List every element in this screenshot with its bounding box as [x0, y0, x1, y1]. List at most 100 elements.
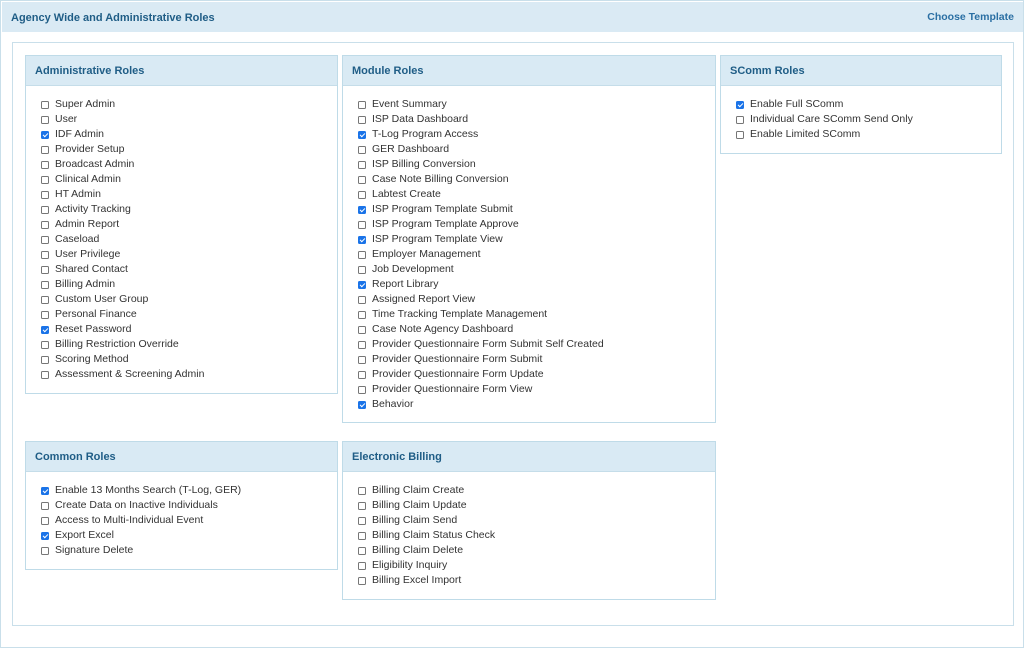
role-option[interactable]: Access to Multi-Individual Event — [41, 513, 337, 528]
role-checkbox[interactable] — [358, 130, 366, 139]
role-checkbox[interactable] — [358, 205, 366, 214]
role-checkbox[interactable] — [736, 130, 744, 139]
role-option[interactable]: Scoring Method — [41, 352, 337, 367]
role-checkbox[interactable] — [41, 486, 49, 495]
role-option[interactable]: Clinical Admin — [41, 172, 337, 187]
role-option[interactable]: Custom User Group — [41, 292, 337, 307]
role-option[interactable]: Billing Claim Create — [358, 483, 715, 498]
role-option[interactable]: Provider Questionnaire Form Submit — [358, 352, 715, 367]
role-option[interactable]: IDF Admin — [41, 127, 337, 142]
role-option[interactable]: Event Summary — [358, 97, 715, 112]
role-checkbox[interactable] — [41, 516, 49, 525]
role-checkbox[interactable] — [358, 486, 366, 495]
role-checkbox[interactable] — [358, 190, 366, 199]
role-option[interactable]: Job Development — [358, 262, 715, 277]
role-option[interactable]: Billing Claim Status Check — [358, 528, 715, 543]
role-checkbox[interactable] — [358, 355, 366, 364]
role-option[interactable]: Provider Setup — [41, 142, 337, 157]
role-option[interactable]: Individual Care SComm Send Only — [736, 112, 1001, 127]
role-checkbox[interactable] — [358, 115, 366, 124]
role-checkbox[interactable] — [358, 310, 366, 319]
role-option[interactable]: Report Library — [358, 277, 715, 292]
role-option[interactable]: Reset Password — [41, 322, 337, 337]
role-checkbox[interactable] — [41, 220, 49, 229]
role-checkbox[interactable] — [358, 145, 366, 154]
role-checkbox[interactable] — [41, 325, 49, 334]
role-checkbox[interactable] — [41, 310, 49, 319]
role-option[interactable]: HT Admin — [41, 187, 337, 202]
role-checkbox[interactable] — [358, 295, 366, 304]
role-option[interactable]: Billing Claim Update — [358, 498, 715, 513]
role-checkbox[interactable] — [41, 501, 49, 510]
role-option[interactable]: Billing Claim Send — [358, 513, 715, 528]
role-checkbox[interactable] — [41, 100, 49, 109]
role-checkbox[interactable] — [358, 280, 366, 289]
role-checkbox[interactable] — [358, 325, 366, 334]
role-checkbox[interactable] — [736, 115, 744, 124]
role-checkbox[interactable] — [358, 370, 366, 379]
role-option[interactable]: Assessment & Screening Admin — [41, 367, 337, 382]
role-option[interactable]: User Privilege — [41, 247, 337, 262]
role-option[interactable]: Activity Tracking — [41, 202, 337, 217]
role-option[interactable]: ISP Program Template Approve — [358, 217, 715, 232]
role-checkbox[interactable] — [41, 235, 49, 244]
role-option[interactable]: Enable Limited SComm — [736, 127, 1001, 142]
role-option[interactable]: Case Note Billing Conversion — [358, 172, 715, 187]
role-checkbox[interactable] — [41, 370, 49, 379]
role-option[interactable]: ISP Billing Conversion — [358, 157, 715, 172]
role-checkbox[interactable] — [41, 355, 49, 364]
role-option[interactable]: Employer Management — [358, 247, 715, 262]
role-checkbox[interactable] — [358, 400, 366, 409]
role-checkbox[interactable] — [41, 160, 49, 169]
role-checkbox[interactable] — [41, 250, 49, 259]
role-option[interactable]: ISP Program Template Submit — [358, 202, 715, 217]
role-checkbox[interactable] — [358, 385, 366, 394]
role-option[interactable]: Caseload — [41, 232, 337, 247]
role-option[interactable]: Export Excel — [41, 528, 337, 543]
role-option[interactable]: ISP Data Dashboard — [358, 112, 715, 127]
role-option[interactable]: Provider Questionnaire Form View — [358, 382, 715, 397]
role-checkbox[interactable] — [358, 160, 366, 169]
role-checkbox[interactable] — [358, 531, 366, 540]
role-option[interactable]: Billing Restriction Override — [41, 337, 337, 352]
role-checkbox[interactable] — [358, 340, 366, 349]
role-checkbox[interactable] — [41, 265, 49, 274]
role-checkbox[interactable] — [358, 576, 366, 585]
role-checkbox[interactable] — [358, 100, 366, 109]
role-option[interactable]: Enable 13 Months Search (T-Log, GER) — [41, 483, 337, 498]
role-checkbox[interactable] — [358, 501, 366, 510]
role-checkbox[interactable] — [41, 531, 49, 540]
role-option[interactable]: Billing Admin — [41, 277, 337, 292]
role-option[interactable]: Case Note Agency Dashboard — [358, 322, 715, 337]
role-option[interactable]: Admin Report — [41, 217, 337, 232]
role-checkbox[interactable] — [358, 561, 366, 570]
role-option[interactable]: GER Dashboard — [358, 142, 715, 157]
role-checkbox[interactable] — [41, 280, 49, 289]
role-option[interactable]: Billing Excel Import — [358, 573, 715, 588]
role-option[interactable]: User — [41, 112, 337, 127]
role-checkbox[interactable] — [358, 175, 366, 184]
role-option[interactable]: Enable Full SComm — [736, 97, 1001, 112]
role-checkbox[interactable] — [358, 516, 366, 525]
role-checkbox[interactable] — [41, 145, 49, 154]
role-option[interactable]: T-Log Program Access — [358, 127, 715, 142]
role-option[interactable]: Behavior — [358, 397, 715, 412]
role-option[interactable]: Assigned Report View — [358, 292, 715, 307]
role-option[interactable]: Provider Questionnaire Form Update — [358, 367, 715, 382]
role-option[interactable]: Broadcast Admin — [41, 157, 337, 172]
role-checkbox[interactable] — [41, 205, 49, 214]
role-option[interactable]: ISP Program Template View — [358, 232, 715, 247]
role-checkbox[interactable] — [41, 190, 49, 199]
role-option[interactable]: Create Data on Inactive Individuals — [41, 498, 337, 513]
role-checkbox[interactable] — [41, 115, 49, 124]
role-checkbox[interactable] — [358, 265, 366, 274]
role-checkbox[interactable] — [41, 546, 49, 555]
role-option[interactable]: Billing Claim Delete — [358, 543, 715, 558]
role-option[interactable]: Time Tracking Template Management — [358, 307, 715, 322]
role-checkbox[interactable] — [358, 250, 366, 259]
role-checkbox[interactable] — [41, 340, 49, 349]
role-checkbox[interactable] — [41, 175, 49, 184]
role-option[interactable]: Eligibility Inquiry — [358, 558, 715, 573]
choose-template-link[interactable]: Choose Template — [927, 11, 1014, 23]
role-option[interactable]: Personal Finance — [41, 307, 337, 322]
